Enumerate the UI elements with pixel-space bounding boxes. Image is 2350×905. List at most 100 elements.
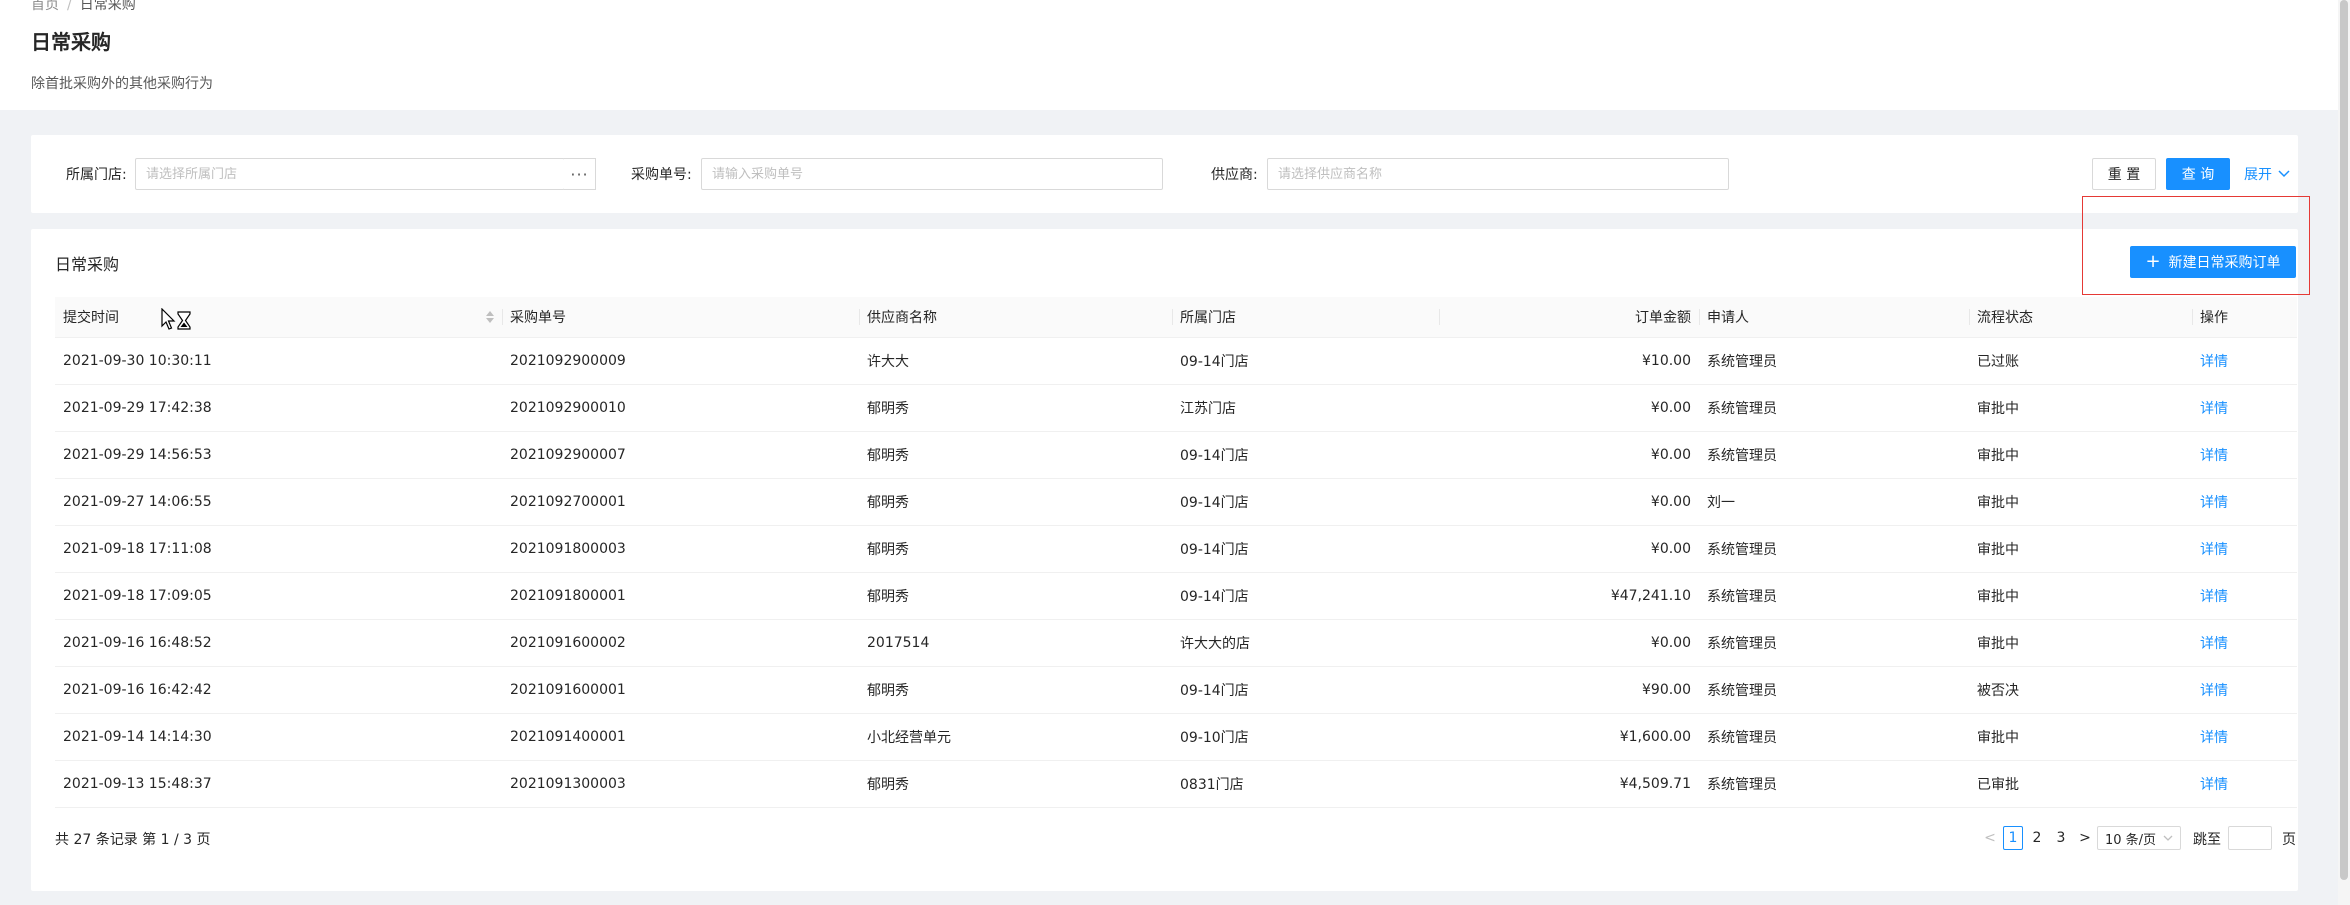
sort-icon[interactable]	[486, 311, 494, 323]
table-row: 2021-09-14 14:14:30 2021091400001 小北经营单元 09…	[55, 713, 2297, 761]
cell-status: 审批中	[1969, 525, 2192, 573]
cell-supplier: 郁明秀	[859, 384, 1172, 432]
breadcrumb-separator: /	[67, 0, 72, 13]
cell-amount: ¥0.00	[1439, 431, 1699, 479]
new-daily-purchase-order-button[interactable]: + 新建日常采购订单	[2130, 246, 2296, 278]
supplier-select-input[interactable]	[1267, 158, 1729, 190]
cell-applicant: 系统管理员	[1699, 713, 1969, 761]
detail-link[interactable]: 详情	[2200, 401, 2228, 417]
table-row: 2021-09-16 16:42:42 2021091600001 郁明秀 09-14…	[55, 666, 2297, 714]
cell-submit-time: 2021-09-16 16:48:52	[55, 619, 502, 667]
query-button[interactable]: 查 询	[2166, 158, 2230, 190]
cell-supplier: 郁明秀	[859, 431, 1172, 479]
cell-amount: ¥0.00	[1439, 478, 1699, 526]
expand-toggle[interactable]: 展开	[2244, 164, 2290, 184]
cell-submit-time: 2021-09-30 10:30:11	[55, 337, 502, 385]
detail-link[interactable]: 详情	[2200, 683, 2228, 699]
cell-applicant: 系统管理员	[1699, 525, 1969, 573]
detail-link[interactable]: 详情	[2200, 777, 2228, 793]
cell-supplier: 郁明秀	[859, 478, 1172, 526]
cell-purchase-no: 2021091300003	[502, 760, 859, 808]
cell-store: 0831门店	[1172, 760, 1439, 808]
plus-icon: +	[2145, 251, 2161, 272]
cell-amount: ¥90.00	[1439, 666, 1699, 714]
cell-applicant: 系统管理员	[1699, 572, 1969, 620]
page-2-button[interactable]: 2	[2027, 826, 2047, 850]
column-header-supplier: 供应商名称	[859, 297, 1172, 338]
cell-applicant: 系统管理员	[1699, 760, 1969, 808]
cell-amount: ¥1,600.00	[1439, 713, 1699, 761]
page-title: 日常采购	[31, 30, 111, 54]
cell-amount: ¥0.00	[1439, 384, 1699, 432]
detail-link[interactable]: 详情	[2200, 636, 2228, 652]
detail-link[interactable]: 详情	[2200, 448, 2228, 464]
table-body: 2021-09-30 10:30:11 2021092900009 许大大 09-14…	[55, 337, 2297, 808]
page-header: 首页 / 日常采购 日常采购 除首批采购外的其他采购行为	[0, 0, 2338, 110]
breadcrumb-home[interactable]: 首页	[31, 0, 59, 13]
purchase-no-label: 采购单号:	[631, 167, 692, 183]
order-table-card: 日常采购 + 新建日常采购订单 提交时间 采购单号 供应商名称 所属门店 订单金…	[31, 229, 2298, 891]
jump-to-page-input[interactable]	[2228, 826, 2272, 850]
store-label: 所属门店:	[66, 167, 127, 183]
column-header-amount: 订单金额	[1439, 297, 1699, 338]
cell-store: 09-14门店	[1172, 478, 1439, 526]
cell-action: 详情	[2192, 666, 2297, 714]
cell-status: 已审批	[1969, 760, 2192, 808]
cell-action: 详情	[2192, 525, 2297, 573]
table-row: 2021-09-16 16:48:52 2021091600002 2017514 许…	[55, 619, 2297, 667]
cell-store: 09-14门店	[1172, 337, 1439, 385]
cell-amount: ¥47,241.10	[1439, 572, 1699, 620]
page-size-select[interactable]: 10 条/页	[2097, 826, 2181, 850]
detail-link[interactable]: 详情	[2200, 730, 2228, 746]
table-row: 2021-09-18 17:09:05 2021091800001 郁明秀 09-14…	[55, 572, 2297, 620]
cell-amount: ¥0.00	[1439, 525, 1699, 573]
cell-submit-time: 2021-09-29 17:42:38	[55, 384, 502, 432]
cell-store: 09-14门店	[1172, 572, 1439, 620]
table-row: 2021-09-29 17:42:38 2021092900010 郁明秀 江苏门店 ¥…	[55, 384, 2297, 432]
store-select-input[interactable]	[135, 158, 565, 190]
cell-purchase-no: 2021091800001	[502, 572, 859, 620]
busy-cursor-icon	[161, 308, 191, 330]
detail-link[interactable]: 详情	[2200, 354, 2228, 370]
next-page-button[interactable]: >	[2077, 826, 2093, 850]
table-row: 2021-09-27 14:06:55 2021092700001 郁明秀 09-14…	[55, 478, 2297, 526]
cell-applicant: 系统管理员	[1699, 384, 1969, 432]
cell-purchase-no: 2021091600002	[502, 619, 859, 667]
cell-submit-time: 2021-09-18 17:11:08	[55, 525, 502, 573]
cell-action: 详情	[2192, 478, 2297, 526]
detail-link[interactable]: 详情	[2200, 542, 2228, 558]
cell-store: 许大大的店	[1172, 619, 1439, 667]
prev-page-button[interactable]: <	[1982, 826, 1998, 850]
store-more-button[interactable]: ···	[564, 158, 596, 190]
table-row: 2021-09-18 17:11:08 2021091800003 郁明秀 09-14…	[55, 525, 2297, 573]
new-order-button-label: 新建日常采购订单	[2168, 255, 2281, 271]
cell-action: 详情	[2192, 713, 2297, 761]
table-row: 2021-09-30 10:30:11 2021092900009 许大大 09-14…	[55, 337, 2297, 385]
column-header-submit-time[interactable]: 提交时间	[55, 297, 502, 338]
cell-store: 09-14门店	[1172, 525, 1439, 573]
cell-action: 详情	[2192, 760, 2297, 808]
detail-link[interactable]: 详情	[2200, 589, 2228, 605]
scrollbar-thumb[interactable]	[2340, 0, 2348, 880]
page-suffix-label: 页	[2282, 832, 2296, 848]
cell-purchase-no: 2021091600001	[502, 666, 859, 714]
page-1-button[interactable]: 1	[2003, 826, 2023, 850]
cell-applicant: 系统管理员	[1699, 431, 1969, 479]
cell-supplier: 郁明秀	[859, 666, 1172, 714]
cell-supplier: 郁明秀	[859, 572, 1172, 620]
cell-purchase-no: 2021092900007	[502, 431, 859, 479]
chevron-down-icon	[2278, 170, 2290, 178]
pagination-summary: 共 27 条记录 第 1 / 3 页	[55, 832, 211, 848]
cell-applicant: 系统管理员	[1699, 619, 1969, 667]
page-3-button[interactable]: 3	[2051, 826, 2071, 850]
reset-button[interactable]: 重 置	[2092, 158, 2156, 190]
cell-store: 09-14门店	[1172, 666, 1439, 714]
table-row: 2021-09-13 15:48:37 2021091300003 郁明秀 0831门…	[55, 760, 2297, 808]
cell-purchase-no: 2021091800003	[502, 525, 859, 573]
cell-purchase-no: 2021092900009	[502, 337, 859, 385]
detail-link[interactable]: 详情	[2200, 495, 2228, 511]
cell-store: 09-14门店	[1172, 431, 1439, 479]
purchase-no-input[interactable]	[701, 158, 1163, 190]
cell-submit-time: 2021-09-27 14:06:55	[55, 478, 502, 526]
cell-applicant: 刘一	[1699, 478, 1969, 526]
